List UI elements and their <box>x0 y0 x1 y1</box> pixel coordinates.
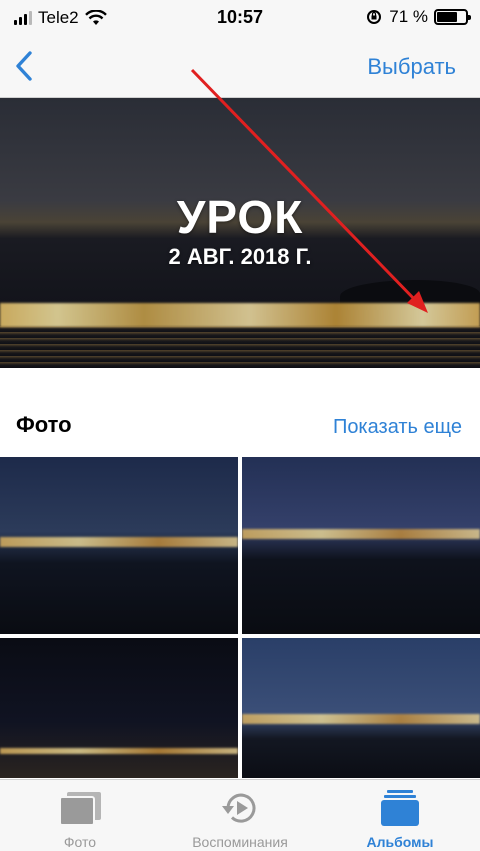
section-title-photos: Фото <box>16 412 72 437</box>
chevron-left-icon[interactable] <box>10 48 40 84</box>
photos-icon <box>59 792 101 826</box>
hero-city-lights <box>0 303 480 327</box>
battery-percent: 71 % <box>389 7 428 26</box>
photo-thumbnail[interactable] <box>242 638 480 778</box>
orientation-lock-icon <box>367 10 382 24</box>
tab-label: Альбомы <box>366 834 434 850</box>
show-more-link[interactable]: Показать еще <box>333 416 462 439</box>
tab-memories[interactable]: Воспоминания <box>160 788 320 850</box>
memory-title: УРОК <box>176 191 304 243</box>
hero-water-reflection <box>0 326 480 368</box>
memories-icon <box>222 793 256 823</box>
photo-grid <box>0 457 480 778</box>
select-button[interactable]: Выбрать <box>367 54 456 80</box>
tab-label: Фото <box>63 834 97 850</box>
tab-label: Воспоминания <box>192 834 288 850</box>
photo-thumbnail[interactable] <box>0 638 238 778</box>
navigation-bar: Выбрать <box>0 34 480 98</box>
tab-albums[interactable]: Альбомы <box>320 788 480 850</box>
memory-hero-image[interactable]: УРОК 2 АВГ. 2018 Г. <box>0 98 480 368</box>
photo-thumbnail[interactable] <box>242 457 480 634</box>
memory-date: 2 АВГ. 2018 Г. <box>168 244 312 269</box>
albums-icon <box>381 790 419 826</box>
battery-icon <box>434 9 471 25</box>
status-bar: Tele2 10:57 71 % <box>0 0 480 34</box>
status-right-group: 71 % <box>365 7 471 27</box>
photo-thumbnail[interactable] <box>0 457 238 634</box>
tab-photos[interactable]: Фото <box>0 788 160 850</box>
tab-bar: Фото Воспоминания Альбомы <box>0 779 480 851</box>
battery-level-fill <box>437 12 457 22</box>
